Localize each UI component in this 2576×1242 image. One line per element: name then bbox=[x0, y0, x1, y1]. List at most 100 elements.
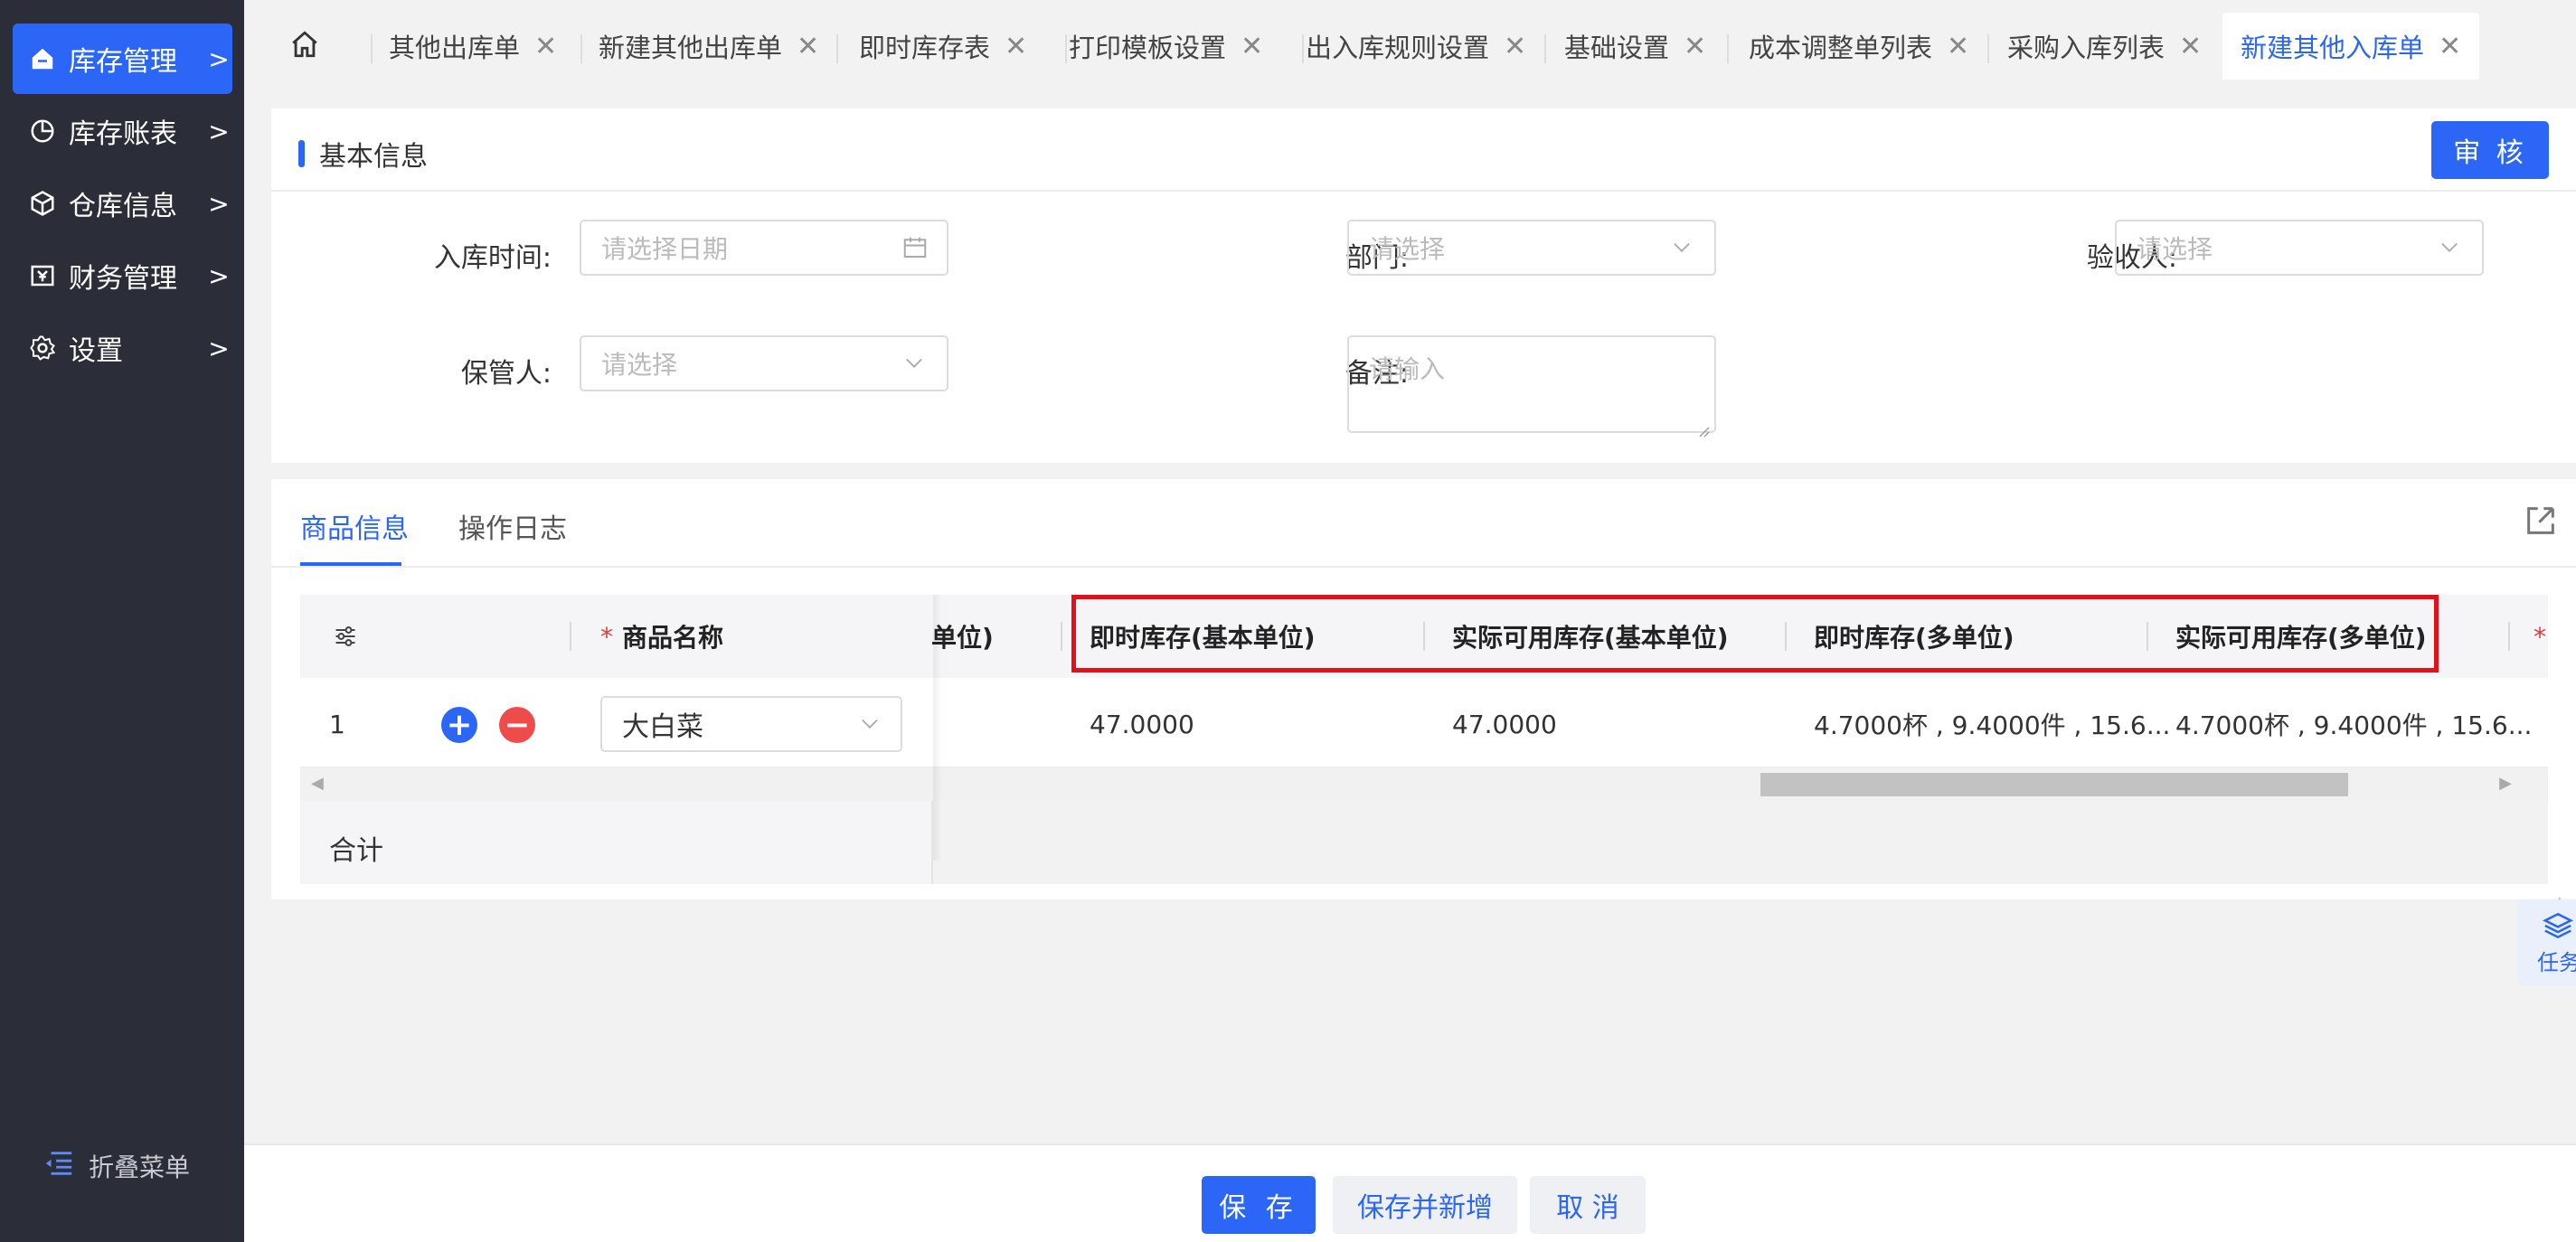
inbound-time-date-picker[interactable]: 请选择日期 bbox=[580, 220, 948, 276]
placeholder: 请选择日期 bbox=[601, 234, 729, 264]
tab-instant-stock[interactable]: 即时库存表 ✕ bbox=[859, 13, 1027, 80]
tab-label: 基础设置 bbox=[1564, 33, 1670, 63]
tab-separator bbox=[580, 34, 582, 63]
column-settings-icon[interactable] bbox=[333, 595, 358, 678]
tab-separator bbox=[1544, 34, 1546, 63]
column-header-product-name: * 商品名称 bbox=[600, 595, 723, 678]
column-separator bbox=[570, 622, 571, 651]
close-icon[interactable]: ✕ bbox=[1241, 31, 1263, 62]
tab-inout-rules[interactable]: 出入库规则设置 ✕ bbox=[1306, 13, 1526, 80]
keeper-label: 保管人: bbox=[460, 358, 552, 390]
close-icon[interactable]: ✕ bbox=[1947, 31, 1969, 62]
tab-new-other-inbound[interactable]: 新建其他入库单 ✕ bbox=[2222, 13, 2480, 80]
tab-operation-log[interactable]: 操作日志 bbox=[458, 506, 567, 546]
save-and-new-button[interactable]: 保存并新增 bbox=[1333, 1176, 1517, 1234]
chevron-down-icon bbox=[1669, 234, 1696, 261]
tab-other-outbound[interactable]: 其他出库单 ✕ bbox=[389, 13, 557, 80]
section-bar bbox=[298, 140, 305, 167]
sidebar-item-label: 设置 bbox=[69, 335, 123, 367]
chevron-right-icon: > bbox=[208, 333, 230, 363]
tab-label: 打印模板设置 bbox=[1069, 33, 1227, 63]
collapse-menu-label: 折叠菜单 bbox=[89, 1153, 191, 1182]
tab-separator bbox=[371, 34, 373, 63]
tab-label: 成本调整单列表 bbox=[1749, 33, 1933, 63]
cube-icon bbox=[27, 188, 58, 219]
placeholder: 请选择 bbox=[2137, 234, 2213, 264]
close-icon[interactable]: ✕ bbox=[1504, 31, 1526, 62]
placeholder: 请选择 bbox=[1369, 234, 1446, 264]
chevron-down-icon bbox=[901, 350, 929, 377]
sidebar: 库存管理 > 库存账表 > 仓库信息 > 财务管理 > 设置 > 折叠菜单 bbox=[0, 0, 244, 1242]
save-button[interactable]: 保 存 bbox=[1202, 1176, 1316, 1234]
cell-available-stock-base: 47.0000 bbox=[1452, 709, 1557, 739]
section-title-text: 基本信息 bbox=[319, 141, 428, 173]
audit-button[interactable]: 审 核 bbox=[2431, 121, 2549, 179]
add-row-button[interactable]: + bbox=[441, 707, 477, 743]
inbound-time-label: 入库时间: bbox=[433, 242, 552, 274]
tab-new-other-outbound[interactable]: 新建其他出库单 ✕ bbox=[599, 13, 819, 80]
delete-row-button[interactable]: − bbox=[499, 707, 535, 743]
product-select-value: 大白菜 bbox=[622, 711, 703, 743]
tab-separator bbox=[1065, 34, 1067, 63]
tab-label: 其他出库单 bbox=[389, 33, 521, 63]
close-icon[interactable]: ✕ bbox=[1005, 31, 1027, 62]
collapse-menu-icon bbox=[43, 1150, 74, 1183]
tab-product-info[interactable]: 商品信息 bbox=[300, 506, 409, 546]
sidebar-item-warehouse-info[interactable]: 仓库信息 > bbox=[13, 168, 232, 239]
home-tab-icon[interactable] bbox=[289, 29, 329, 69]
chevron-right-icon: > bbox=[208, 260, 230, 291]
tab-label: 新建其他入库单 bbox=[2241, 33, 2425, 63]
export-icon[interactable] bbox=[2523, 503, 2559, 539]
total-label: 合计 bbox=[329, 835, 383, 867]
close-icon[interactable]: ✕ bbox=[2179, 31, 2202, 62]
chevron-down-icon bbox=[2437, 234, 2464, 261]
tab-separator bbox=[836, 34, 838, 63]
tab-print-template[interactable]: 打印模板设置 ✕ bbox=[1069, 13, 1263, 80]
table-row: 1 + − 大白菜 47.0000 47.0000 4.7000杯 , 9.40… bbox=[300, 680, 2566, 912]
layers-icon bbox=[2543, 912, 2573, 939]
divider bbox=[271, 566, 2576, 568]
calendar-icon bbox=[901, 234, 929, 261]
basic-info-card: 基本信息 审 核 入库时间: 请选择日期 部门: 请选择 验收人: 请选择 保管… bbox=[271, 108, 2576, 463]
sidebar-item-finance[interactable]: 财务管理 > bbox=[13, 240, 232, 311]
placeholder: 请输入 bbox=[1369, 354, 1446, 384]
keeper-select[interactable]: 请选择 bbox=[580, 335, 948, 391]
close-icon[interactable]: ✕ bbox=[1684, 31, 1706, 62]
department-select[interactable]: 请选择 bbox=[1347, 220, 1716, 276]
close-icon[interactable]: ✕ bbox=[2439, 31, 2461, 62]
sidebar-item-settings[interactable]: 设置 > bbox=[13, 313, 232, 383]
column-separator bbox=[1061, 622, 1062, 651]
task-widget[interactable]: 任务 bbox=[2517, 899, 2576, 986]
sidebar-item-inventory-management[interactable]: 库存管理 > bbox=[13, 24, 232, 94]
divider bbox=[271, 190, 2576, 192]
chevron-right-icon: > bbox=[208, 116, 230, 146]
scroll-right-arrow-icon[interactable]: ▶ bbox=[2499, 774, 2512, 793]
product-select[interactable]: 大白菜 bbox=[600, 696, 902, 752]
close-icon[interactable]: ✕ bbox=[797, 31, 819, 62]
tab-bar: 其他出库单 ✕ 新建其他出库单 ✕ 即时库存表 ✕ 打印模板设置 ✕ 出入库规则设置 ✕ … bbox=[244, 0, 2576, 98]
scroll-left-arrow-icon[interactable]: ◀ bbox=[311, 774, 324, 793]
cell-instant-stock-multi: 4.7000杯 , 9.4000件 , 15.6... bbox=[1814, 710, 2171, 740]
tab-label: 出入库规则设置 bbox=[1306, 33, 1490, 63]
close-icon[interactable]: ✕ bbox=[534, 31, 557, 62]
collapse-menu-button[interactable]: 折叠菜单 bbox=[43, 1148, 190, 1184]
chevron-right-icon: > bbox=[208, 188, 230, 219]
chevron-down-icon bbox=[857, 710, 884, 738]
tab-label: 即时库存表 bbox=[859, 33, 991, 63]
tab-separator bbox=[1727, 34, 1729, 63]
resize-handle-icon[interactable] bbox=[1696, 415, 1711, 438]
sidebar-item-inventory-ledger[interactable]: 库存账表 > bbox=[13, 96, 232, 166]
horizontal-scrollbar[interactable]: ◀ ▶ bbox=[300, 768, 2548, 801]
inspector-select[interactable]: 请选择 bbox=[2115, 220, 2484, 276]
required-mark: * bbox=[2534, 621, 2546, 652]
cancel-button[interactable]: 取 消 bbox=[1530, 1176, 1646, 1234]
sidebar-item-label: 财务管理 bbox=[69, 263, 177, 295]
pie-chart-icon bbox=[27, 116, 58, 146]
remark-textarea[interactable]: 请输入 bbox=[1347, 335, 1716, 438]
section-title: 基本信息 bbox=[298, 134, 428, 174]
tab-purchase-inbound[interactable]: 采购入库列表 ✕ bbox=[2007, 13, 2202, 80]
scrollbar-thumb[interactable] bbox=[1760, 773, 2348, 796]
tab-basic-settings[interactable]: 基础设置 ✕ bbox=[1564, 13, 1706, 80]
fixed-column-shadow bbox=[933, 595, 942, 861]
tab-cost-adjustment[interactable]: 成本调整单列表 ✕ bbox=[1749, 13, 1969, 80]
